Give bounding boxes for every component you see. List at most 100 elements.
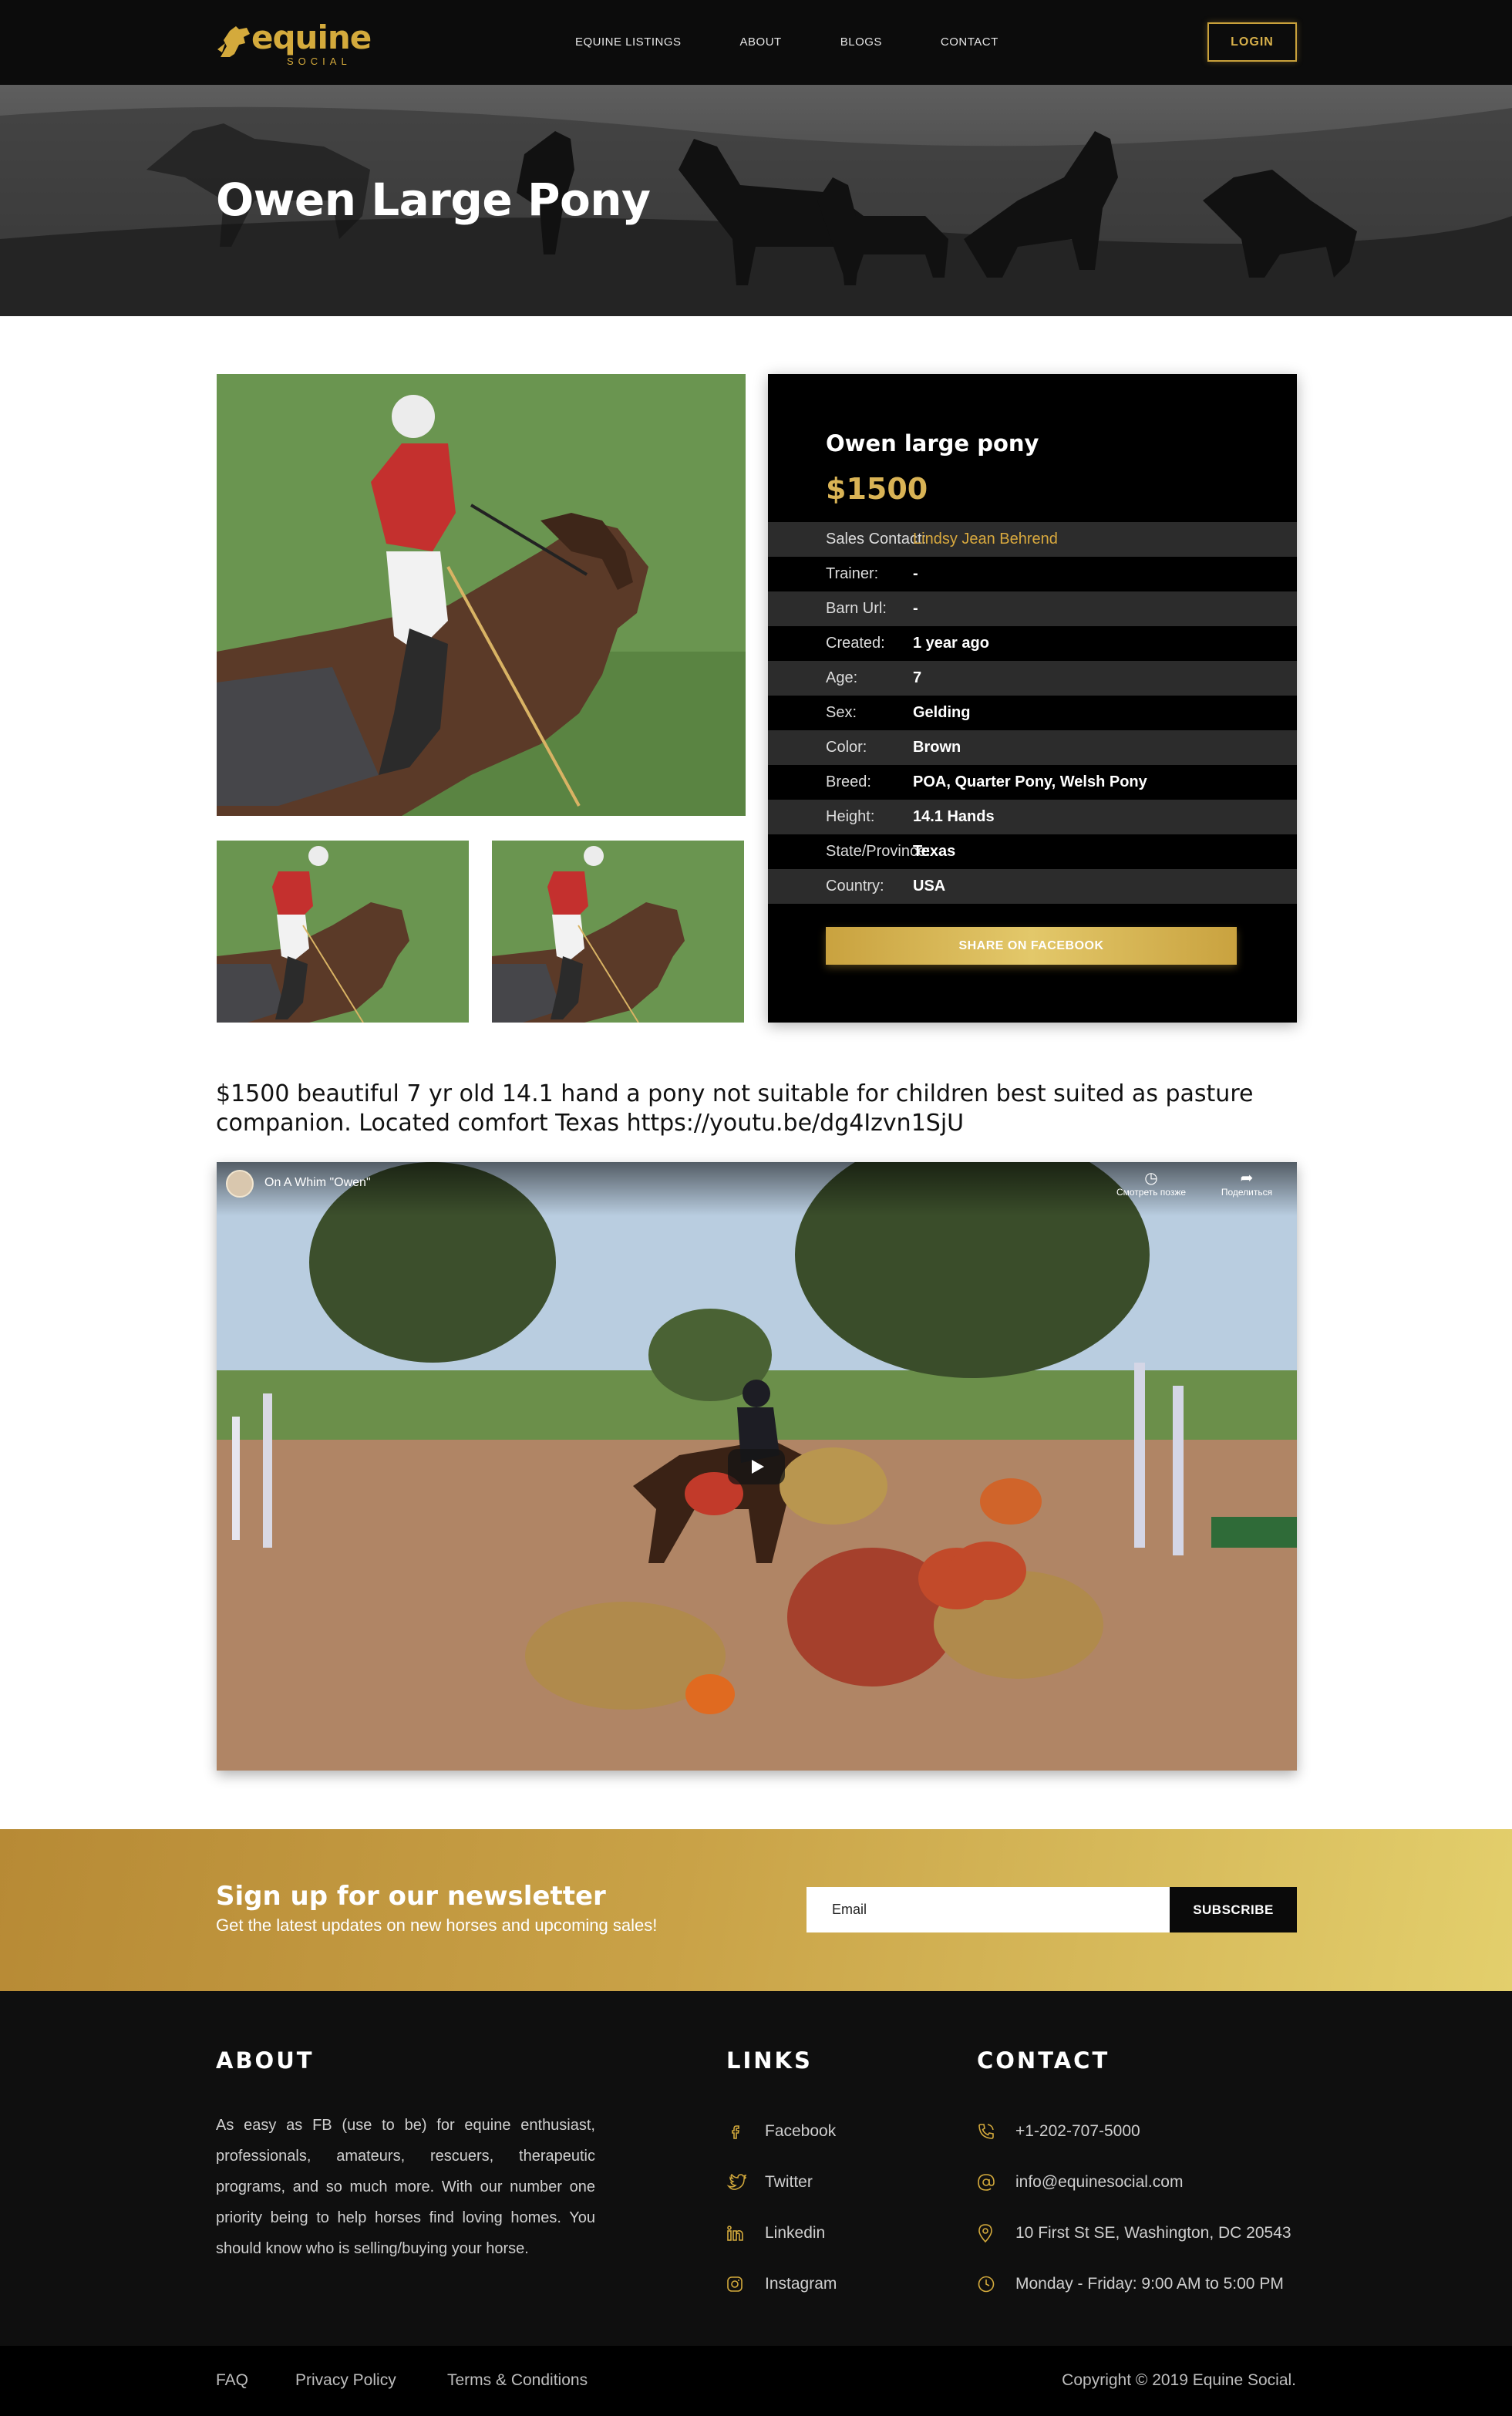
footer-link-facebook[interactable]: Facebook [726,2120,836,2143]
site-footer: ABOUT As easy as FB (use to be) for equi… [0,1991,1512,2346]
newsletter-title: Sign up for our newsletter [216,1881,606,1912]
spec-row-height: Height: 14.1 Hands [768,800,1297,834]
spec-label: Breed: [826,773,871,790]
video-title[interactable]: On A Whim "Owen" [264,1176,371,1190]
listing-description: $1500 beautiful 7 yr old 14.1 hand a pon… [216,1080,1254,1137]
sales-contact-link[interactable]: Lindsy Jean Behrend [913,531,1058,548]
spec-label: Age: [826,669,858,686]
footer-contact-label: 10 First St SE, Washington, DC 20543 [1015,2224,1291,2242]
watch-later-label: Смотреть позже [1116,1187,1187,1198]
listing-price: $1500 [826,472,928,506]
footer-contact-label: Monday - Friday: 9:00 AM to 5:00 PM [1015,2275,1284,2293]
spec-row-breed: Breed: POA, Quarter Pony, Welsh Pony [768,765,1297,800]
spec-row-state: State/Province: Texas [768,834,1297,869]
footer-contact-label: info@equinesocial.com [1015,2173,1184,2191]
phone-icon [977,2120,1015,2143]
spec-row-sales-contact: Sales Contact: Lindsy Jean Behrend [768,522,1297,557]
video-top-bar: On A Whim "Owen" ◷ Смотреть позже ➦ Поде… [217,1162,1297,1216]
clock-icon: ◷ [1144,1170,1158,1187]
footer-contact-address[interactable]: 10 First St SE, Washington, DC 20543 [977,2222,1291,2245]
spec-label: Country: [826,878,884,895]
location-pin-icon [977,2222,1015,2245]
logo-wordmark: equine [251,19,372,56]
page-title: Owen Large Pony [216,174,651,226]
footer-link-instagram[interactable]: Instagram [726,2273,837,2296]
footer-link-label: Twitter [765,2173,813,2191]
spec-label: Created: [826,635,885,652]
footer-contact-email[interactable]: info@equinesocial.com [977,2171,1183,2194]
footer-contact-label: +1-202-707-5000 [1015,2122,1140,2140]
newsletter-email-input[interactable] [807,1887,1170,1932]
listing-details-card: Owen large pony $1500 Sales Contact: Lin… [768,374,1297,1023]
footer-privacy-link[interactable]: Privacy Policy [295,2371,396,2391]
channel-avatar[interactable] [226,1170,254,1198]
footer-link-label: Linkedin [765,2224,826,2242]
horse-head-logo-icon [217,26,250,57]
spec-value: USA [913,878,946,895]
spec-label: Trainer: [826,565,879,582]
footer-about-text: As easy as FB (use to be) for equine ent… [216,2117,595,2257]
spec-value: Gelding [913,704,971,721]
footer-faq-link[interactable]: FAQ [216,2371,248,2391]
listing-thumbnail-1[interactable] [217,841,469,1023]
spec-row-trainer: Trainer: - [768,557,1297,591]
nav-contact[interactable]: CONTACT [941,32,998,52]
spec-label: Sex: [826,704,857,721]
nav-equine-listings[interactable]: EQUINE LISTINGS [575,32,682,52]
clock-icon [977,2273,1015,2296]
spec-row-country: Country: USA [768,869,1297,904]
copyright-text: Copyright © 2019 Equine Social. [1062,2371,1296,2389]
spec-value: 1 year ago [913,635,989,652]
spec-row-created: Created: 1 year ago [768,626,1297,661]
video-share-button[interactable]: ➦ Поделиться [1208,1170,1285,1198]
spec-value: - [913,565,918,582]
spec-table: Sales Contact: Lindsy Jean Behrend Train… [768,522,1297,904]
logo-subtitle: SOCIAL [287,56,352,67]
video-player[interactable]: On A Whim "Owen" ◷ Смотреть позже ➦ Поде… [217,1162,1297,1771]
main-listing-photo[interactable] [217,374,746,816]
listing-title: Owen large pony [826,430,1039,457]
newsletter-section: Sign up for our newsletter Get the lates… [0,1829,1512,1991]
footer-bottom-bar: FAQ Privacy Policy Terms & Conditions Co… [0,2346,1512,2416]
polo-rider-thumbnail [217,841,469,1023]
facebook-icon [726,2120,765,2143]
listing-thumbnail-2[interactable] [492,841,744,1023]
hero-banner: Owen Large Pony [0,85,1512,316]
video-share-label: Поделиться [1221,1187,1273,1198]
site-header: equine SOCIAL EQUINE LISTINGS ABOUT BLOG… [0,0,1512,85]
linkedin-icon [726,2222,765,2245]
spec-label: Sales Contact: [826,531,927,548]
spec-row-barn-url: Barn Url: - [768,591,1297,626]
footer-links-heading: LINKS [726,2047,813,2074]
nav-blogs[interactable]: BLOGS [840,32,882,52]
share-arrow-icon: ➦ [1240,1170,1254,1187]
footer-contact-phone[interactable]: +1-202-707-5000 [977,2120,1140,2143]
spec-row-color: Color: Brown [768,730,1297,765]
main-nav: EQUINE LISTINGS ABOUT BLOGS CONTACT [575,32,998,52]
footer-link-label: Instagram [765,2275,837,2293]
twitter-icon [726,2171,765,2194]
spec-label: Barn Url: [826,600,887,617]
spec-value: Texas [913,843,956,860]
spec-row-sex: Sex: Gelding [768,696,1297,730]
share-on-facebook-button[interactable]: SHARE ON FACEBOOK [826,927,1237,965]
footer-terms-link[interactable]: Terms & Conditions [447,2371,588,2391]
login-button[interactable]: LOGIN [1207,22,1297,62]
footer-link-linkedin[interactable]: Linkedin [726,2222,825,2245]
footer-contact-heading: CONTACT [977,2047,1110,2074]
subscribe-button[interactable]: SUBSCRIBE [1170,1887,1297,1932]
at-icon [977,2171,1015,2194]
watch-later-button[interactable]: ◷ Смотреть позже [1113,1170,1190,1198]
play-icon[interactable] [728,1449,785,1484]
spec-row-age: Age: 7 [768,661,1297,696]
site-logo[interactable]: equine SOCIAL [216,19,372,67]
spec-label: Color: [826,739,867,756]
footer-contact-hours: Monday - Friday: 9:00 AM to 5:00 PM [977,2273,1284,2296]
nav-about[interactable]: ABOUT [740,32,782,52]
footer-link-twitter[interactable]: Twitter [726,2171,813,2194]
spec-value: - [913,600,918,617]
spec-value: 7 [913,669,922,686]
polo-rider-thumbnail [492,841,744,1023]
spec-label: State/Province: [826,843,931,860]
spec-value: Brown [913,739,961,756]
